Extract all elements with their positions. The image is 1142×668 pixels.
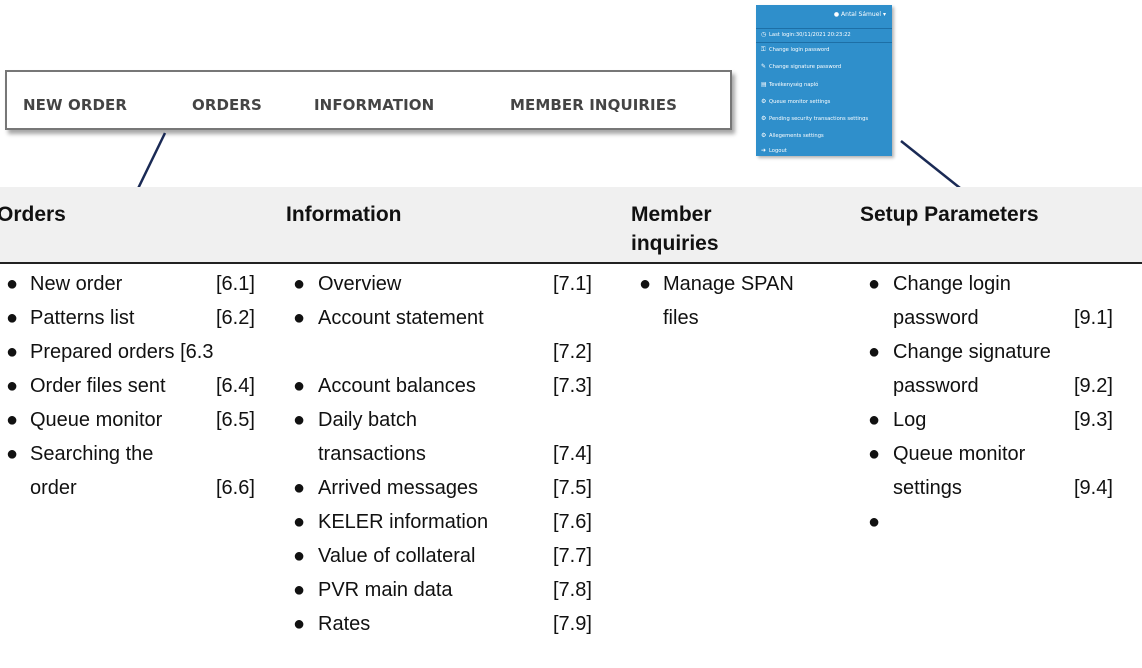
bullet: ● — [6, 443, 19, 465]
bullet: ● — [6, 307, 19, 329]
setup-connector-line — [900, 140, 961, 189]
bullet: ● — [293, 273, 306, 295]
item-ref: [9.2] — [1074, 375, 1113, 397]
list-item: Queue monitor — [30, 409, 163, 431]
list-item: Account statement — [318, 307, 484, 329]
bullet: ● — [293, 375, 306, 397]
item-ref: [7.9] — [553, 613, 592, 635]
list-item: Change signature — [893, 341, 1051, 363]
col-title-inquiries: inquiries — [631, 232, 719, 255]
list-item: Prepared orders [6.3 — [30, 341, 214, 363]
bullet: ● — [868, 511, 881, 533]
bullet: ● — [868, 409, 881, 431]
list-item: Log — [893, 409, 927, 431]
list-item-continued: order — [30, 477, 77, 499]
item-ref: [9.4] — [1074, 477, 1113, 499]
bullet: ● — [293, 613, 306, 635]
bullet: ● — [639, 273, 652, 295]
list-item: Rates — [318, 613, 371, 635]
list-item: PVR main data — [318, 579, 453, 601]
list-item: Arrived messages — [318, 477, 479, 499]
bullet: ● — [868, 341, 881, 363]
item-ref: [7.4] — [553, 443, 592, 465]
bullet: ● — [293, 579, 306, 601]
bullet: ● — [293, 545, 306, 567]
item-ref: [7.5] — [553, 477, 592, 499]
list-item-continued: password — [893, 375, 979, 397]
item-ref: [7.2] — [553, 341, 592, 363]
bullet: ● — [293, 307, 306, 329]
list-item: Searching the — [30, 443, 154, 465]
list-item: New order — [30, 273, 123, 295]
bullet: ● — [6, 375, 19, 397]
item-ref: [6.5] — [216, 409, 255, 431]
col-title-information: Information — [286, 203, 402, 226]
item-ref: [6.1] — [216, 273, 255, 295]
item-ref: [7.1] — [553, 273, 592, 295]
item-ref: [6.6] — [216, 477, 255, 499]
list-item: Change login — [893, 273, 1011, 295]
list-item-continued: password — [893, 307, 979, 329]
col-title-orders: Orders — [0, 203, 66, 226]
list-item: Value of collateral — [318, 545, 476, 567]
bullet: ● — [293, 511, 306, 533]
item-ref: [6.4] — [216, 375, 255, 397]
list-item: KELER information — [318, 511, 489, 533]
list-item-continued: transactions — [318, 443, 426, 465]
item-ref: [9.3] — [1074, 409, 1113, 431]
item-ref: [9.1] — [1074, 307, 1113, 329]
col-title-setup: Setup Parameters — [860, 203, 1039, 226]
item-ref: [7.8] — [553, 579, 592, 601]
bullet: ● — [868, 273, 881, 295]
list-item: Manage SPAN — [663, 273, 794, 295]
col-title-member: Member — [631, 203, 712, 226]
bullet: ● — [293, 409, 306, 431]
list-item: Patterns list — [30, 307, 135, 329]
item-ref: [7.3] — [553, 375, 592, 397]
list-item: Account balances — [318, 375, 476, 397]
bullet: ● — [868, 443, 881, 465]
list-item: Overview — [318, 273, 402, 295]
list-item: Queue monitor — [893, 443, 1026, 465]
header-rule — [0, 262, 1142, 264]
bullet: ● — [6, 409, 19, 431]
list-item-continued: settings — [893, 477, 962, 499]
bullet: ● — [6, 341, 19, 363]
item-ref: [6.2] — [216, 307, 255, 329]
bullet: ● — [6, 273, 19, 295]
item-ref: [7.6] — [553, 511, 592, 533]
list-item: Order files sent — [30, 375, 166, 397]
item-ref: [7.7] — [553, 545, 592, 567]
list-item-continued: files — [663, 307, 699, 329]
bullet: ● — [293, 477, 306, 499]
list-item: Daily batch — [318, 409, 417, 431]
